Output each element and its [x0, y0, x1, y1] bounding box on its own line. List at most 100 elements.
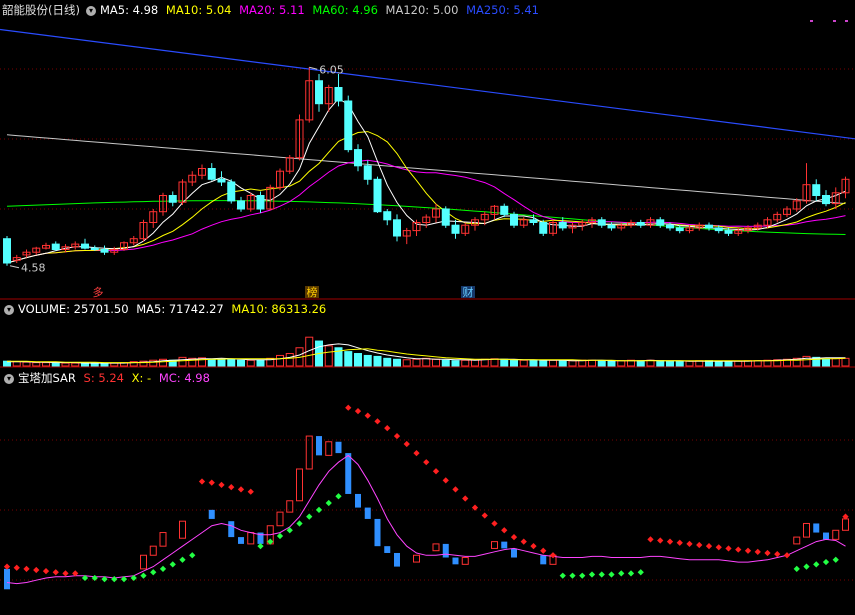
- volume-bar: [227, 358, 236, 367]
- volume-bar: [617, 360, 626, 367]
- volume-bar: [383, 357, 392, 367]
- sar-dot-up: [530, 543, 537, 550]
- sar-dot-up: [715, 544, 722, 551]
- volume-bar: [256, 359, 265, 367]
- sar-dot-up: [237, 486, 245, 493]
- candle-body: [529, 219, 538, 224]
- sar-dot-down: [793, 565, 800, 572]
- sar-dot-down: [169, 561, 176, 568]
- volume-bar: [178, 356, 187, 367]
- candle-body: [51, 243, 60, 251]
- sar-dot-up: [364, 412, 371, 419]
- tower-bar-down: [238, 537, 244, 544]
- sar-dot-up: [657, 537, 664, 544]
- sar-dot-up: [501, 527, 508, 534]
- volume-bar: [324, 345, 333, 367]
- volume-header: ▾ VOLUME: 25701.50 MA5: 71742.27 MA10: 86…: [2, 300, 330, 318]
- candle-body: [607, 224, 616, 229]
- sar-dot-up: [247, 488, 254, 495]
- toggle-icon[interactable]: ▾: [4, 373, 14, 384]
- tower-bar-down: [208, 509, 215, 519]
- candle-body: [344, 100, 353, 151]
- sar-dot-up: [666, 538, 674, 545]
- volume-bar: [558, 360, 567, 367]
- volume-bar: [714, 360, 723, 367]
- tower-bar-up: [793, 536, 801, 545]
- volume-bar: [597, 360, 606, 367]
- tower-bar-down: [316, 436, 322, 456]
- sar-dot-up: [774, 551, 781, 558]
- volume-bar: [519, 359, 528, 367]
- tower-bar-up: [413, 554, 420, 563]
- sar-dot-down: [608, 571, 615, 578]
- chevron-down-icon[interactable]: ▾: [85, 5, 96, 16]
- candle-body: [822, 195, 830, 205]
- candle-body: [100, 249, 109, 253]
- sar-dot-down: [140, 572, 147, 579]
- volume-bar: [822, 358, 830, 367]
- sar-dot-up: [783, 552, 791, 559]
- candle-body: [656, 219, 665, 226]
- volume-bar: [373, 355, 382, 367]
- ma10-label: MA10: 5.04: [165, 3, 232, 17]
- sar-dot-down: [257, 543, 264, 550]
- sar-dot-down: [306, 513, 313, 520]
- volume-bar: [42, 362, 50, 367]
- candle-body: [217, 178, 226, 183]
- sar-dot-down: [189, 552, 196, 559]
- event-marker: 榜: [307, 285, 318, 299]
- volume-bar: [61, 362, 70, 367]
- sar-dot-up: [33, 566, 40, 574]
- sar-dot-up: [23, 565, 30, 572]
- sar-dot-down: [637, 569, 644, 576]
- sar-dot-down: [111, 575, 118, 583]
- toggle-icon[interactable]: ▾: [4, 304, 14, 315]
- candle-body: [237, 200, 245, 210]
- price-panel: 6.05 4.58 多 榜 财: [0, 28, 855, 299]
- volume-bar: [207, 358, 216, 367]
- sar-dot-up: [384, 425, 391, 432]
- sar-dot-up: [744, 547, 752, 554]
- volume-bar: [724, 360, 733, 367]
- low-label: 4.58: [21, 262, 46, 275]
- candle-body: [207, 168, 216, 180]
- tower-bar-down: [511, 548, 517, 558]
- sar-dot-up: [218, 481, 225, 488]
- candle-body: [3, 238, 11, 264]
- sar-dot-down: [159, 565, 167, 572]
- candle-body: [363, 165, 372, 180]
- volume-bar: [753, 360, 762, 367]
- sar-x-label: X: -: [131, 371, 152, 385]
- candle-body: [714, 227, 723, 232]
- ma20-line: [6, 159, 846, 264]
- candle-body: [81, 243, 89, 249]
- sar-dot-down: [325, 499, 332, 507]
- tower-bar-up: [842, 518, 849, 531]
- volume-bar: [734, 360, 743, 367]
- candle-body: [636, 222, 645, 226]
- sar-dot-up: [481, 512, 488, 519]
- candle-body: [705, 224, 713, 229]
- sar-dot-down: [618, 570, 625, 577]
- sar-dot-up: [549, 552, 557, 559]
- candle-body: [724, 230, 733, 234]
- volume-bar: [71, 362, 80, 367]
- sar-panel: [3, 404, 849, 590]
- volume-bar: [568, 360, 577, 367]
- volume-bar: [656, 360, 665, 367]
- volume-bar: [588, 359, 596, 367]
- sar-dot-up: [647, 536, 654, 543]
- volume-bar: [607, 360, 616, 367]
- sar-dot-down: [569, 572, 576, 579]
- sar-dot-up: [510, 533, 518, 541]
- tower-bar-down: [442, 543, 449, 558]
- sar-dot-up: [452, 486, 459, 493]
- tower-bar-down: [501, 541, 508, 549]
- sar-dot-down: [335, 493, 342, 500]
- candle-body: [597, 219, 606, 226]
- sar-dot-down: [627, 570, 635, 577]
- tower-bar-down: [452, 557, 459, 565]
- volume-bar: [461, 359, 470, 367]
- volume-bar: [51, 362, 60, 367]
- price-header: 韶能股份(日线) ▾ MA5: 4.98 MA10: 5.04 MA20: 5.11…: [2, 1, 543, 19]
